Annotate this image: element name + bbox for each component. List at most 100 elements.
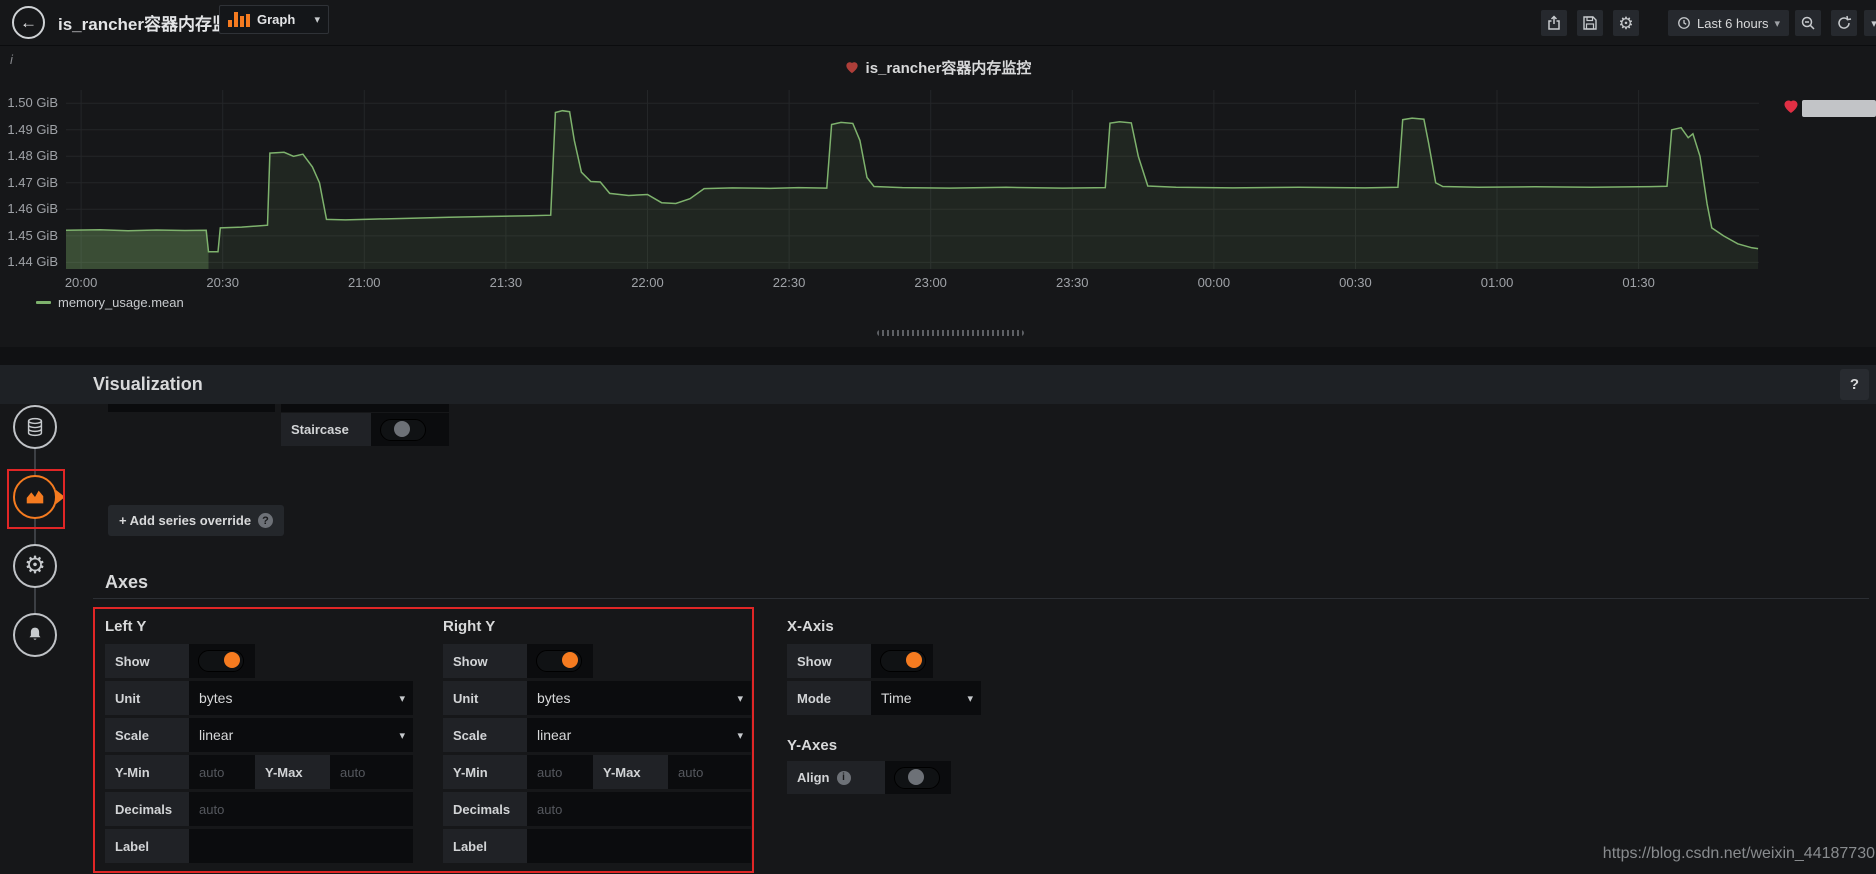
active-tab-arrow <box>56 490 65 504</box>
y-axes-section: Y-Axes Align i <box>787 736 951 797</box>
graph-plot[interactable] <box>66 90 1759 269</box>
left-y-section: Left Y Show Unit bytes ▾ Scale linear ▾ … <box>105 617 413 866</box>
watermark: https://blog.csdn.net/weixin_44187730 <box>1602 845 1875 862</box>
left-y-min-input[interactable] <box>189 755 255 789</box>
right-y-decimals-label: Decimals <box>443 792 527 826</box>
panel-resize-handle[interactable] <box>877 330 1024 336</box>
right-y-max-input[interactable] <box>668 755 751 789</box>
y-axes-align-toggle[interactable] <box>885 761 951 794</box>
left-y-min-label: Y-Min <box>105 755 189 789</box>
visualization-section-title: Visualization <box>93 374 203 394</box>
dashboard-title: is_rancher容器内存监控 <box>58 15 246 34</box>
right-y-scale-select[interactable]: linear ▾ <box>527 718 751 752</box>
left-y-unit-label: Unit <box>105 681 189 715</box>
right-y-unit-select[interactable]: bytes ▾ <box>527 681 751 715</box>
left-y-decimals-input[interactable] <box>189 792 413 826</box>
staircase-toggle[interactable] <box>371 413 449 446</box>
chevron-down-icon: ▾ <box>399 729 405 742</box>
back-button[interactable]: ← <box>12 6 45 39</box>
left-y-decimals-label: Decimals <box>105 792 189 826</box>
tab-queries[interactable] <box>13 405 57 449</box>
left-y-max-input[interactable] <box>330 755 413 789</box>
alert-state-heart-icon <box>1783 99 1799 114</box>
left-y-show-toggle[interactable] <box>189 644 255 678</box>
left-y-title: Left Y <box>105 618 147 635</box>
chevron-down-icon: ▾ <box>314 14 320 26</box>
time-range-picker[interactable]: Last 6 hours ▾ <box>1668 10 1790 36</box>
right-y-decimals-input[interactable] <box>527 792 751 826</box>
y-axes-title: Y-Axes <box>787 737 838 754</box>
left-y-unit-select[interactable]: bytes ▾ <box>189 681 413 715</box>
x-axis-mode-label: Mode <box>787 681 871 715</box>
right-y-show-label: Show <box>443 644 527 678</box>
legend-series-label: memory_usage.mean <box>58 295 184 310</box>
help-button[interactable]: ? <box>1840 369 1869 400</box>
x-axis-title: X-Axis <box>787 618 834 635</box>
tab-connector-line <box>34 425 36 640</box>
right-y-section: Right Y Show Unit bytes ▾ Scale linear ▾… <box>443 617 751 866</box>
x-axis-show-toggle[interactable] <box>871 644 933 678</box>
left-y-scale-label: Scale <box>105 718 189 752</box>
grafana-dashboard: ← is_rancher容器内存监控 ▾ ⚙ Las <box>0 0 1876 874</box>
left-y-scale-select[interactable]: linear ▾ <box>189 718 413 752</box>
left-y-max-label: Y-Max <box>255 755 330 789</box>
visualization-type-value: Graph <box>257 12 296 27</box>
chevron-down-icon: ▾ <box>1774 17 1781 30</box>
right-y-title: Right Y <box>443 618 496 635</box>
left-y-label-input[interactable] <box>189 829 413 863</box>
dashboard-settings-button[interactable]: ⚙ <box>1613 10 1639 36</box>
chevron-down-icon: ▾ <box>1871 17 1876 30</box>
left-y-label-label: Label <box>105 829 189 863</box>
search-minus-icon <box>1801 16 1815 30</box>
right-y-label-label: Label <box>443 829 527 863</box>
arrow-left-icon: ← <box>20 12 37 32</box>
refresh-button[interactable] <box>1831 10 1857 36</box>
axes-section-title: Axes <box>105 572 149 592</box>
gear-icon: ⚙ <box>24 552 46 579</box>
save-button[interactable] <box>1577 10 1603 36</box>
chevron-down-icon: ▾ <box>737 692 743 705</box>
bar-chart-icon <box>228 12 250 27</box>
panel-title-button[interactable]: is_rancher容器内存监控 <box>845 57 1032 78</box>
tab-general[interactable]: ⚙ <box>13 544 57 588</box>
x-axis-show-label: Show <box>787 644 871 678</box>
visualization-type-select[interactable]: Graph ▾ <box>219 5 329 34</box>
gear-icon: ⚙ <box>1618 13 1634 33</box>
right-y-unit-label: Unit <box>443 681 527 715</box>
tab-visualization[interactable] <box>13 475 57 519</box>
time-range-label: Last 6 hours <box>1697 15 1769 31</box>
x-axis-mode-select[interactable]: Time ▾ <box>871 681 981 715</box>
question-circle-icon: ? <box>258 513 274 528</box>
tab-alert[interactable] <box>13 613 57 657</box>
right-y-min-input[interactable] <box>527 755 593 789</box>
info-icon: i <box>836 770 851 785</box>
alert-heart-icon <box>845 62 858 74</box>
add-series-override-button[interactable]: + Add series override ? <box>108 505 284 536</box>
right-y-min-label: Y-Min <box>443 755 527 789</box>
bell-icon <box>29 627 41 640</box>
panel-header: is_rancher容器内存监控 <box>0 57 1876 79</box>
staircase-label: Staircase <box>281 413 371 446</box>
legend-series-swatch <box>36 301 51 304</box>
y-axes-align-label: Align i <box>787 761 885 794</box>
zoom-out-button[interactable] <box>1795 10 1821 36</box>
highlighted-panel-edge <box>1802 100 1876 117</box>
share-button[interactable] <box>1541 10 1567 36</box>
legend-item[interactable]: memory_usage.mean <box>36 295 184 310</box>
right-y-max-label: Y-Max <box>593 755 668 789</box>
left-y-show-label: Show <box>105 644 189 678</box>
right-y-show-toggle[interactable] <box>527 644 593 678</box>
clipped-control <box>108 404 275 412</box>
share-icon <box>1548 15 1560 30</box>
chevron-down-icon: ▾ <box>399 692 405 705</box>
section-divider <box>0 347 1876 365</box>
refresh-interval-dropdown[interactable]: ▾ <box>1864 10 1876 36</box>
refresh-icon <box>1838 15 1852 29</box>
database-icon <box>27 417 43 437</box>
chevron-down-icon: ▾ <box>967 692 973 705</box>
panel-title: is_rancher容器内存监控 <box>865 60 1032 77</box>
right-y-label-input[interactable] <box>527 829 751 863</box>
chevron-down-icon: ▾ <box>737 729 743 742</box>
visualization-header: Visualization <box>0 365 1876 404</box>
clipped-control <box>281 404 449 412</box>
